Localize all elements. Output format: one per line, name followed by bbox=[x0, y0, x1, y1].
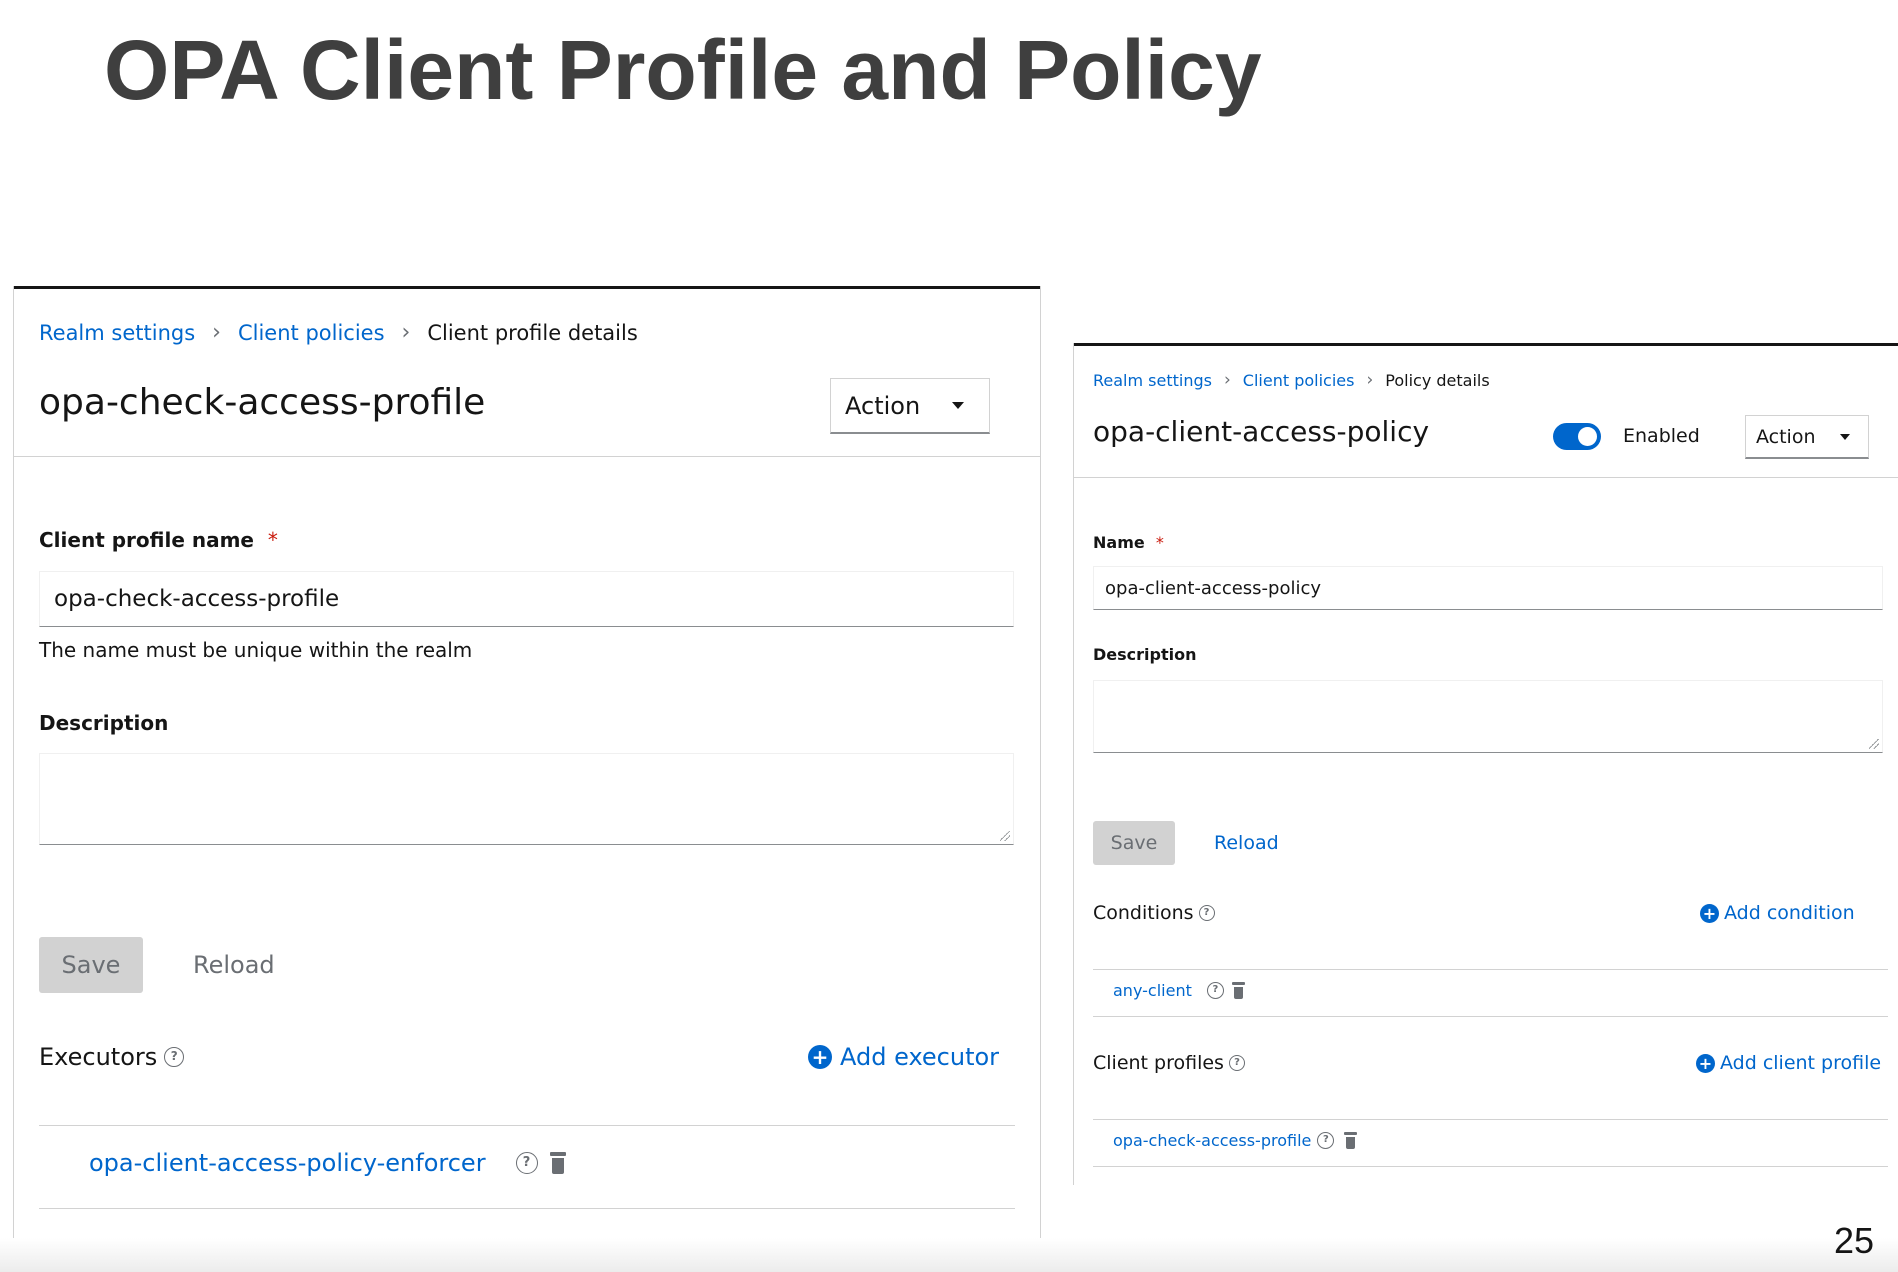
description-label: Description bbox=[39, 711, 169, 735]
client-profile-name-input[interactable]: opa-check-access-profile bbox=[39, 571, 1014, 627]
client-profiles-divider-bottom bbox=[1093, 1166, 1888, 1167]
breadcrumb-current: Client profile details bbox=[427, 320, 638, 345]
executors-divider-top bbox=[39, 1125, 1015, 1126]
breadcrumb: Realm settings › Client policies › Clien… bbox=[39, 320, 638, 345]
chevron-right-icon: › bbox=[1223, 370, 1231, 390]
client-profile-row: opa-check-access-profile ? bbox=[1113, 1131, 1358, 1150]
trash-icon[interactable] bbox=[1231, 982, 1245, 999]
description-textarea[interactable] bbox=[39, 753, 1014, 845]
slide-footer-fade bbox=[0, 1238, 1898, 1272]
panel-left-border bbox=[13, 286, 14, 1248]
page-title: opa-check-access-profile bbox=[39, 382, 486, 423]
enabled-toggle[interactable] bbox=[1553, 423, 1601, 450]
reload-button[interactable]: Reload bbox=[193, 951, 275, 979]
header-divider bbox=[1073, 477, 1898, 478]
trash-icon[interactable] bbox=[1344, 1132, 1358, 1149]
add-client-profile-button[interactable]: + Add client profile bbox=[1696, 1052, 1881, 1074]
client-profiles-label: Client profiles ? bbox=[1093, 1052, 1245, 1074]
breadcrumb-client-policies[interactable]: Client policies bbox=[238, 321, 385, 345]
action-label: Action bbox=[1756, 425, 1816, 448]
conditions-divider-top bbox=[1093, 969, 1888, 970]
breadcrumb: Realm settings › Client policies › Polic… bbox=[1093, 370, 1490, 390]
resize-handle[interactable] bbox=[1869, 739, 1879, 749]
panel-top-border bbox=[1073, 343, 1898, 346]
breadcrumb-realm-settings[interactable]: Realm settings bbox=[1093, 371, 1212, 390]
breadcrumb-client-policies[interactable]: Client policies bbox=[1243, 371, 1355, 390]
breadcrumb-realm-settings[interactable]: Realm settings bbox=[39, 321, 195, 345]
client-policy-panel: Realm settings › Client policies › Polic… bbox=[1073, 343, 1898, 1185]
save-button[interactable]: Save bbox=[1093, 821, 1175, 865]
condition-link[interactable]: any-client bbox=[1113, 981, 1192, 1000]
slide-title: OPA Client Profile and Policy bbox=[104, 23, 1262, 117]
executor-link[interactable]: opa-client-access-policy-enforcer bbox=[89, 1149, 486, 1177]
add-condition-button[interactable]: + Add condition bbox=[1700, 902, 1855, 924]
chevron-right-icon: › bbox=[1366, 370, 1374, 390]
conditions-divider-bottom bbox=[1093, 1016, 1888, 1017]
action-label: Action bbox=[845, 391, 921, 420]
chevron-right-icon: › bbox=[401, 320, 411, 345]
chevron-right-icon: › bbox=[212, 320, 221, 345]
plus-circle-icon: + bbox=[1700, 903, 1719, 923]
help-icon[interactable]: ? bbox=[1317, 1132, 1335, 1149]
page-number: 25 bbox=[1833, 1220, 1874, 1261]
help-icon[interactable]: ? bbox=[1206, 982, 1224, 999]
help-icon[interactable]: ? bbox=[1228, 1055, 1245, 1071]
help-icon[interactable]: ? bbox=[164, 1047, 185, 1067]
executors-label: Executors ? bbox=[39, 1043, 185, 1071]
required-mark: * bbox=[267, 528, 278, 552]
header-divider bbox=[13, 456, 1041, 457]
name-helper-text: The name must be unique within the realm bbox=[39, 638, 473, 662]
reload-button[interactable]: Reload bbox=[1214, 832, 1279, 854]
policy-name-input[interactable]: opa-client-access-policy bbox=[1093, 566, 1883, 610]
trash-icon[interactable] bbox=[549, 1152, 566, 1174]
enabled-label: Enabled bbox=[1623, 425, 1700, 447]
action-dropdown[interactable]: Action bbox=[830, 378, 990, 434]
help-icon[interactable]: ? bbox=[1198, 905, 1215, 921]
panel-left-border bbox=[1073, 343, 1074, 1185]
conditions-label: Conditions ? bbox=[1093, 902, 1215, 924]
help-icon[interactable]: ? bbox=[515, 1152, 538, 1174]
client-profiles-divider-top bbox=[1093, 1119, 1888, 1120]
caret-down-icon bbox=[1839, 433, 1850, 440]
description-label: Description bbox=[1093, 645, 1197, 664]
panel-right-border bbox=[1040, 286, 1041, 1248]
description-textarea[interactable] bbox=[1093, 680, 1883, 753]
plus-circle-icon: + bbox=[1696, 1053, 1715, 1073]
panel-top-border bbox=[13, 286, 1041, 289]
breadcrumb-current: Policy details bbox=[1385, 370, 1490, 390]
resize-handle[interactable] bbox=[1000, 831, 1010, 841]
client-profile-panel: Realm settings › Client policies › Clien… bbox=[13, 286, 1041, 1248]
save-button[interactable]: Save bbox=[39, 937, 143, 993]
action-dropdown[interactable]: Action bbox=[1745, 415, 1869, 459]
executors-divider-bottom bbox=[39, 1208, 1015, 1209]
condition-row: any-client ? bbox=[1113, 981, 1245, 1000]
page-title: opa-client-access-policy bbox=[1093, 415, 1430, 448]
add-executor-button[interactable]: + Add executor bbox=[808, 1043, 999, 1071]
client-profile-link[interactable]: opa-check-access-profile bbox=[1113, 1131, 1311, 1150]
executor-row: opa-client-access-policy-enforcer ? bbox=[89, 1149, 566, 1177]
required-mark: * bbox=[1155, 533, 1164, 552]
caret-down-icon bbox=[952, 402, 965, 409]
name-label: Name * bbox=[1093, 533, 1164, 552]
plus-circle-icon: + bbox=[808, 1045, 832, 1069]
client-profile-name-label: Client profile name * bbox=[39, 528, 278, 552]
